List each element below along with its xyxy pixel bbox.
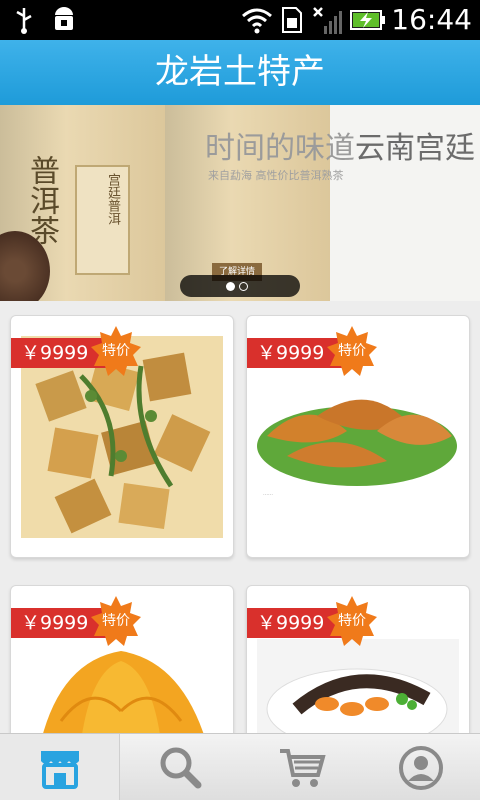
sale-badge-label: 特价: [102, 343, 130, 359]
cart-icon: [280, 749, 326, 787]
sale-badge-label: 特价: [338, 343, 366, 359]
sale-badge: 特价: [91, 596, 141, 646]
nav-item-search[interactable]: [120, 734, 240, 800]
sale-badge-label: 特价: [338, 613, 366, 629]
user-icon: [399, 746, 443, 790]
product-card[interactable]: …… ￥9999 特价: [246, 315, 470, 558]
sale-badge: 特价: [327, 326, 377, 376]
store-icon: [41, 751, 79, 789]
nav-item-store[interactable]: [0, 734, 120, 800]
braised-duck-feet-image: ……: [257, 376, 457, 498]
sale-badge: 特价: [327, 596, 377, 646]
product-card[interactable]: ￥9999 特价: [10, 585, 234, 755]
tea-box-image: 普洱茶 宫廷普洱: [0, 105, 165, 301]
carousel-dot-active[interactable]: [226, 282, 235, 291]
dried-persimmon-image: [21, 631, 223, 741]
nav-item-profile[interactable]: [360, 734, 480, 800]
sale-badge: 特价: [91, 326, 141, 376]
android-debug-icon: [55, 7, 73, 30]
no-signal-icon: [313, 7, 342, 34]
carousel-indicator: [180, 275, 300, 297]
bottom-nav: [0, 733, 480, 800]
page-title: 龙岩土特产: [0, 40, 480, 105]
product-card[interactable]: ￥9999 特价: [10, 315, 234, 558]
wifi-icon: [242, 8, 272, 34]
product-card[interactable]: ￥9999 特价: [246, 585, 470, 755]
carousel-dot[interactable]: [239, 282, 248, 291]
svg-text:……: ……: [263, 491, 273, 497]
banner-headline-light: 时间的味道: [205, 131, 355, 166]
promo-banner[interactable]: 普洱茶 宫廷普洱 时间的味道云南宫廷 来自勐海 高性价比普洱熟茶 了解详情: [0, 105, 480, 301]
status-time: 16:44: [391, 3, 472, 36]
usb-icon: [16, 8, 32, 34]
status-bar: 16:44: [0, 0, 480, 40]
sale-badge-label: 特价: [102, 613, 130, 629]
search-icon: [160, 747, 202, 789]
banner-headline-bold: 云南宫廷: [355, 131, 475, 166]
banner-subline: 来自勐海 高性价比普洱熟茶: [208, 169, 344, 182]
battery-charging-icon: [350, 10, 385, 30]
cured-duck-platter-image: [257, 639, 459, 739]
sim-icon: [282, 7, 302, 33]
tea-box-inner-label: 宫廷普洱: [75, 165, 130, 275]
banner-headline: 时间的味道云南宫廷: [205, 123, 475, 167]
nav-item-cart[interactable]: [240, 734, 360, 800]
